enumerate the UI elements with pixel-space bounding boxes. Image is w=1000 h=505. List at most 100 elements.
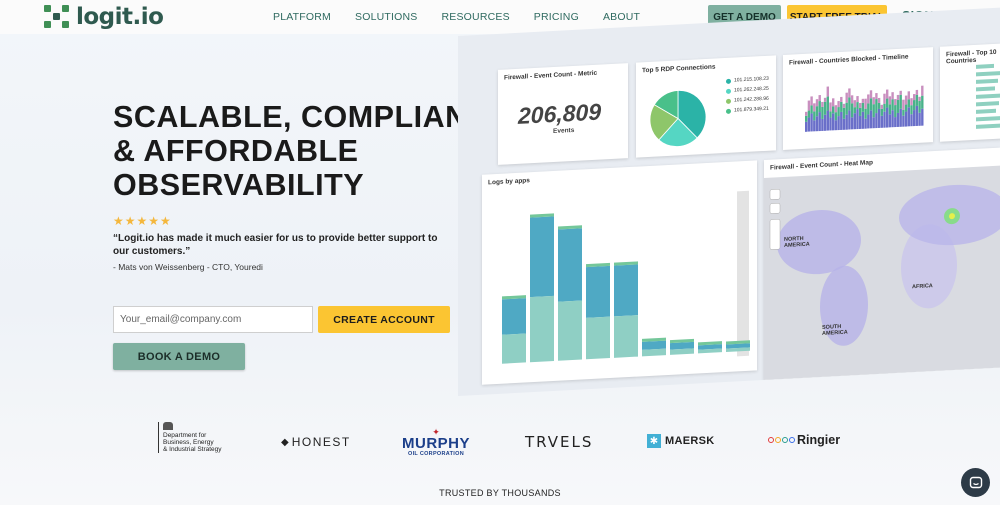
timeline-bar [902, 109, 905, 116]
honest-logo: ◆ HONEST [281, 435, 351, 449]
timeline-bar [883, 93, 886, 104]
timeline-bar [880, 108, 883, 116]
timeline-bar [853, 100, 856, 108]
hero-title-line1: SCALABLE, COMPLIANT [113, 100, 487, 134]
logs-bar-lower [586, 316, 610, 360]
timeline-bar [826, 86, 829, 97]
timeline-bar [861, 98, 865, 103]
timeline-bar [872, 104, 875, 118]
timeline-bar [918, 96, 921, 101]
timeline-bar [907, 99, 910, 108]
timeline-bar [877, 102, 881, 109]
timeline-bar [840, 111, 843, 130]
maersk-star-icon: ✱ [647, 434, 661, 448]
hero-title-line3: OBSERVABILITY [113, 168, 365, 202]
timeline-bar [861, 102, 865, 112]
timeline-bar [915, 89, 919, 96]
timeline-bar [832, 106, 835, 114]
timeline-bar [807, 110, 811, 118]
timeline-bar [856, 96, 859, 103]
timeline-bar [918, 112, 921, 126]
logo[interactable]: logit.io [44, 4, 164, 30]
logs-bar-chart [502, 190, 750, 364]
timeline-bar [921, 95, 924, 109]
logs-bar [614, 264, 638, 317]
timeline-bar [913, 110, 916, 127]
timeline-bar [826, 96, 829, 111]
timeline-bar [875, 99, 878, 114]
timeline-bar [848, 97, 851, 111]
timeline-bar [888, 96, 892, 105]
timeline-bar [867, 114, 870, 129]
timeline-bar [815, 116, 819, 132]
timeline-bar [867, 94, 870, 104]
logs-bar-lower [642, 348, 666, 357]
nav-about[interactable]: ABOUT [603, 11, 640, 23]
timeline-bar [807, 100, 811, 111]
timeline-bar [869, 90, 873, 99]
timeline-bar [850, 95, 854, 104]
timeline-bar [815, 99, 819, 107]
timeline-bar [899, 94, 902, 109]
timeline-bar [910, 98, 913, 106]
timeline-bar [837, 100, 840, 108]
timeline-bar [894, 99, 897, 106]
timeline-bar [904, 104, 908, 112]
timeline-bar [886, 107, 889, 128]
timeline-bar [896, 94, 900, 101]
map-label-north-america: NORTH AMERICA [784, 235, 810, 249]
timeline-bar [867, 103, 870, 115]
nav-solutions[interactable]: SOLUTIONS [355, 11, 417, 23]
rdp-panel: Top 5 RDP Connections 101.215.108.23 101… [636, 55, 776, 158]
logs-by-apps-panel: Logs by apps [482, 160, 757, 385]
timeline-bar [869, 110, 873, 129]
logs-bar [502, 298, 526, 335]
timeline-bar [810, 105, 813, 114]
timeline-bar [853, 107, 856, 114]
timeline-bar [821, 101, 824, 107]
timeline-bar [829, 111, 832, 118]
timeline-bar [823, 97, 827, 102]
timeline-bar [848, 88, 851, 98]
chat-widget-button[interactable] [961, 468, 990, 497]
timeline-bar [832, 113, 835, 131]
logs-bar-lower [530, 295, 554, 363]
timeline-bar [821, 118, 824, 131]
email-input[interactable] [113, 306, 313, 333]
timeline-bar [872, 117, 875, 129]
timeline-bar [805, 115, 808, 122]
timeline-bar [842, 103, 846, 108]
top10-bar [976, 93, 1000, 99]
timeline-bar [859, 107, 862, 116]
timeline-bar [880, 115, 883, 128]
book-a-demo-button[interactable]: BOOK A DEMO [113, 343, 245, 370]
ringier-logo: Ringier [768, 433, 840, 447]
testimonial-attribution: - Mats von Weissenberg - CTO, Youredi [113, 262, 263, 272]
logs-bar-lower [614, 315, 638, 358]
timeline-bar [872, 97, 875, 105]
timeline-bar [902, 115, 905, 127]
nav-pricing[interactable]: PRICING [534, 11, 579, 23]
top10-bar [976, 123, 1000, 129]
timeline-bar [877, 108, 881, 128]
timeline-bar [880, 104, 883, 109]
trusted-by-heading: TRUSTED BY THOUSANDS [439, 488, 561, 498]
create-account-button[interactable]: CREATE ACCOUNT [318, 306, 450, 333]
timeline-bar [840, 96, 843, 102]
timeline-bar [810, 96, 813, 106]
timeline-bar [907, 91, 910, 100]
hero-title: SCALABLE, COMPLIANT & AFFORDABLE OBSERVA… [113, 100, 493, 202]
testimonial-quote: “Logit.io has made it much easier for us… [113, 233, 438, 257]
nav-resources[interactable]: RESOURCES [441, 11, 509, 23]
timeline-bar [864, 98, 867, 109]
timeline-bar [869, 98, 873, 111]
world-heat-map [764, 165, 1000, 380]
timeline-bar [902, 99, 905, 110]
timeline-bar [915, 105, 919, 127]
timeline-bar [888, 114, 892, 128]
timeline-bar [913, 94, 916, 101]
honest-mark-icon: ◆ [281, 436, 289, 448]
timeline-bar [845, 92, 848, 103]
timeline-bar [861, 111, 865, 129]
nav-platform[interactable]: PLATFORM [273, 11, 331, 23]
